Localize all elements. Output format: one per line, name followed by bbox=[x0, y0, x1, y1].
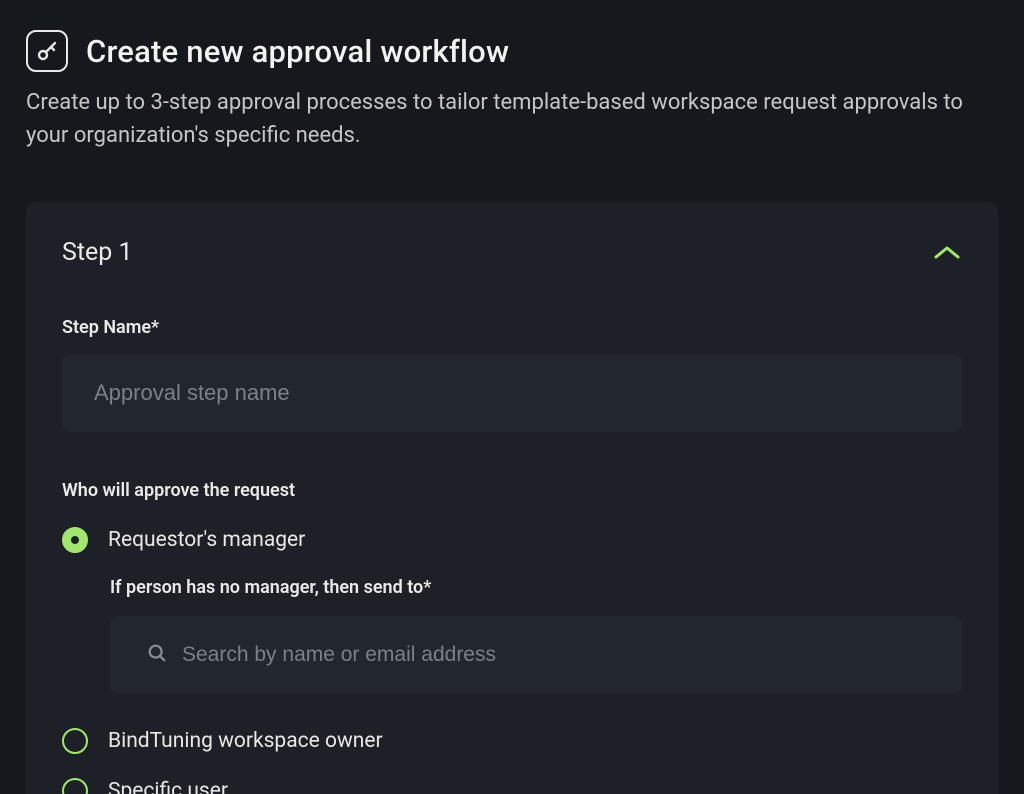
step-header: Step 1 bbox=[62, 238, 962, 267]
step-name-label: Step Name* bbox=[62, 317, 962, 338]
fallback-approver-search-input[interactable] bbox=[110, 616, 962, 694]
radio-label: Specific user bbox=[108, 779, 228, 794]
page-title: Create new approval workflow bbox=[86, 33, 509, 70]
key-icon bbox=[26, 30, 68, 72]
collapse-toggle[interactable] bbox=[932, 244, 962, 262]
radio-indicator bbox=[62, 728, 88, 754]
fallback-approver-block: If person has no manager, then send to* bbox=[110, 577, 962, 694]
chevron-up-icon bbox=[932, 244, 962, 262]
radio-indicator bbox=[62, 778, 88, 794]
radio-option-workspace-owner[interactable]: BindTuning workspace owner bbox=[62, 728, 962, 754]
radio-option-specific-user[interactable]: Specific user bbox=[62, 778, 962, 794]
radio-indicator bbox=[62, 527, 88, 553]
radio-label: Requestor's manager bbox=[108, 528, 305, 552]
step-title: Step 1 bbox=[62, 238, 133, 267]
page-header: Create new approval workflow bbox=[26, 30, 998, 72]
radio-label: BindTuning workspace owner bbox=[108, 729, 383, 753]
approver-section-label: Who will approve the request bbox=[62, 480, 962, 501]
radio-option-requestors-manager[interactable]: Requestor's manager bbox=[62, 527, 962, 553]
page-subtitle: Create up to 3-step approval processes t… bbox=[26, 86, 986, 152]
fallback-approver-label: If person has no manager, then send to* bbox=[110, 577, 962, 598]
step-card: Step 1 Step Name* Who will approve the r… bbox=[26, 202, 998, 794]
step-name-input[interactable] bbox=[62, 354, 962, 432]
